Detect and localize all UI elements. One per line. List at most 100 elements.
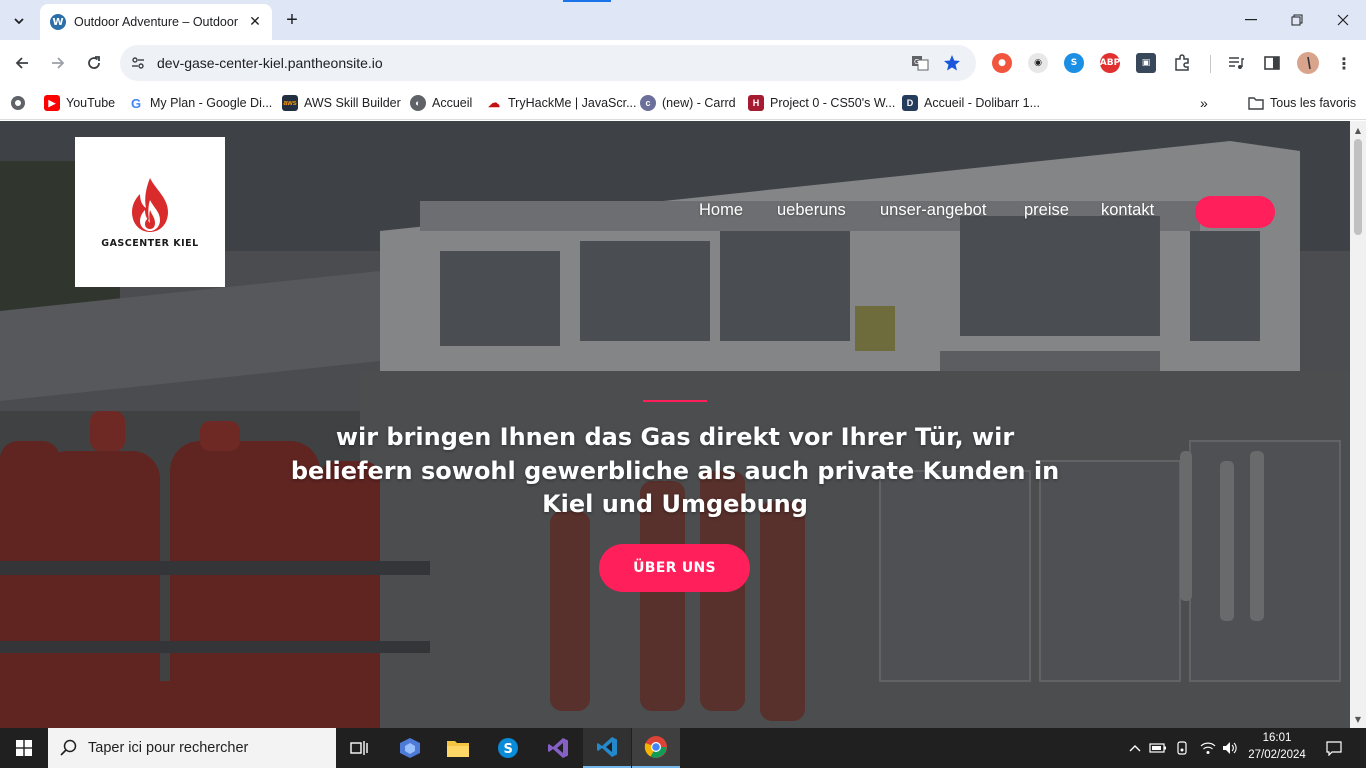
copilot-icon[interactable] bbox=[386, 728, 434, 768]
tab-search-chevron-icon[interactable] bbox=[6, 8, 32, 34]
folder-icon bbox=[1248, 95, 1264, 111]
url-text[interactable]: dev-gase-center-kiel.pantheonsite.io bbox=[157, 55, 383, 71]
visual-studio-icon[interactable] bbox=[534, 728, 582, 768]
svg-text:S: S bbox=[504, 742, 513, 757]
battery-icon[interactable] bbox=[1148, 728, 1168, 768]
new-tab-button[interactable]: + bbox=[280, 8, 304, 32]
dolibarr-icon: D bbox=[902, 95, 918, 111]
bookmark-youtube[interactable]: ▶ YouTube bbox=[44, 92, 115, 114]
forward-arrow-icon[interactable] bbox=[44, 49, 72, 77]
extension-image-icon[interactable]: ▣ bbox=[1136, 53, 1156, 73]
nav-kontakt[interactable]: kontakt bbox=[1101, 201, 1154, 220]
harvard-icon: H bbox=[748, 95, 764, 111]
bookmark-label: My Plan - Google Di... bbox=[150, 96, 273, 110]
headline-accent-line bbox=[643, 400, 707, 402]
taskbar-clock[interactable]: 16:01 27/02/2024 bbox=[1244, 730, 1310, 764]
search-icon bbox=[60, 739, 77, 756]
bookmark-label: (new) - Carrd bbox=[662, 96, 736, 110]
nav-unser-angebot[interactable]: unser-angebot bbox=[880, 201, 986, 220]
media-controls-icon[interactable] bbox=[1226, 53, 1246, 73]
tryhackme-icon: ☁ bbox=[488, 96, 500, 110]
bookmark-carrd[interactable]: c (new) - Carrd bbox=[640, 92, 736, 114]
notifications-icon[interactable] bbox=[1320, 728, 1348, 768]
taskbar-search-box[interactable]: Taper ici pour rechercher bbox=[48, 728, 336, 768]
nav-home[interactable]: Home bbox=[699, 201, 743, 220]
task-view-icon[interactable] bbox=[336, 728, 384, 768]
youtube-icon: ▶ bbox=[44, 95, 60, 111]
wordpress-icon: W bbox=[50, 14, 66, 30]
file-explorer-icon[interactable] bbox=[434, 728, 482, 768]
nav-cta-button[interactable] bbox=[1195, 196, 1275, 228]
windows-start-icon[interactable] bbox=[0, 728, 48, 768]
ueber-uns-button[interactable]: ÜBER UNS bbox=[599, 544, 750, 592]
address-bar[interactable]: dev-gase-center-kiel.pantheonsite.io G bbox=[120, 45, 976, 81]
scroll-thumb[interactable] bbox=[1354, 139, 1362, 235]
reload-icon[interactable] bbox=[80, 49, 108, 77]
aws-icon: aws bbox=[282, 95, 298, 111]
bookmark-label: TryHackMe | JavaScr... bbox=[508, 96, 637, 110]
volume-icon[interactable] bbox=[1220, 728, 1240, 768]
bookmark-label: Project 0 - CS50's W... bbox=[770, 96, 896, 110]
bookmark-dolibarr[interactable]: D Accueil - Dolibarr 1... bbox=[902, 92, 1040, 114]
site-settings-icon[interactable] bbox=[128, 53, 148, 73]
adblock-plus-icon[interactable]: ABP bbox=[1100, 53, 1120, 73]
vscode-icon[interactable] bbox=[583, 728, 631, 768]
close-window-button[interactable] bbox=[1320, 6, 1366, 34]
bookmark-tryhackme[interactable]: ☁ TryHackMe | JavaScr... bbox=[486, 92, 637, 114]
tab-title: Outdoor Adventure – Outdoor bbox=[74, 15, 238, 29]
side-panel-icon[interactable] bbox=[1262, 53, 1282, 73]
browser-toolbar: dev-gase-center-kiel.pantheonsite.io G ●… bbox=[0, 40, 1366, 86]
more-bookmarks-chevron-icon[interactable]: » bbox=[1200, 92, 1208, 114]
translate-icon[interactable]: G bbox=[910, 53, 930, 73]
back-arrow-icon[interactable] bbox=[8, 49, 36, 77]
tray-chevron-up-icon[interactable] bbox=[1126, 728, 1144, 768]
tab-drag-indicator bbox=[563, 0, 611, 2]
bookmark-google-drive[interactable]: G My Plan - Google Di... bbox=[128, 92, 272, 114]
nav-preise[interactable]: preise bbox=[1024, 201, 1069, 220]
bookmark-label: Accueil bbox=[432, 96, 473, 110]
bookmark-cs50[interactable]: H Project 0 - CS50's W... bbox=[748, 92, 895, 114]
active-tab[interactable]: W Outdoor Adventure – Outdoor ✕ bbox=[40, 4, 272, 40]
all-bookmarks-label: Tous les favoris bbox=[1270, 96, 1357, 110]
tab-strip: W Outdoor Adventure – Outdoor ✕ + bbox=[0, 0, 1366, 40]
carrd-icon: c bbox=[640, 95, 656, 111]
extension-red-icon[interactable]: ● bbox=[992, 53, 1012, 73]
hero-headline: wir bringen Ihnen das Gas direkt vor Ihr… bbox=[290, 423, 1060, 518]
restore-button[interactable] bbox=[1274, 6, 1320, 34]
svg-text:G: G bbox=[914, 58, 919, 66]
google-icon: G bbox=[130, 95, 142, 111]
bookmarks-bar: ▶ YouTube G My Plan - Google Di... aws A… bbox=[0, 86, 1366, 120]
tab-close-icon[interactable]: ✕ bbox=[246, 13, 264, 31]
all-bookmarks-folder[interactable]: Tous les favoris bbox=[1248, 92, 1356, 114]
clock-date: 27/02/2024 bbox=[1248, 749, 1306, 761]
globe-icon: ◐ bbox=[410, 95, 426, 111]
incognito-mask-icon[interactable]: ◉ bbox=[1028, 53, 1048, 73]
page-scrollbar[interactable]: ▲ ▼ bbox=[1350, 121, 1366, 728]
wifi-icon[interactable] bbox=[1198, 728, 1218, 768]
flame-logo-icon bbox=[132, 177, 168, 232]
bookmark-label: AWS Skill Builder bbox=[304, 96, 401, 110]
chrome-icon[interactable] bbox=[632, 728, 680, 768]
site-logo[interactable]: GASCENTER KIEL bbox=[75, 137, 225, 287]
clock-time: 16:01 bbox=[1262, 732, 1292, 744]
bookmark-label: Accueil - Dolibarr 1... bbox=[924, 96, 1041, 110]
skype-icon[interactable]: S bbox=[484, 728, 532, 768]
chrome-apps-icon[interactable] bbox=[10, 92, 26, 114]
more-menu-icon[interactable]: ⋮ bbox=[1334, 53, 1354, 73]
logo-text: GASCENTER KIEL bbox=[101, 237, 199, 249]
toolbar-separator bbox=[1210, 55, 1211, 73]
bookmark-aws[interactable]: aws AWS Skill Builder bbox=[282, 92, 401, 114]
bookmark-star-icon[interactable] bbox=[942, 53, 962, 73]
scroll-down-arrow-icon[interactable]: ▼ bbox=[1350, 712, 1366, 726]
taskbar-search-placeholder: Taper ici pour rechercher bbox=[88, 740, 249, 756]
profile-avatar[interactable] bbox=[1297, 52, 1319, 74]
extensions-puzzle-icon[interactable] bbox=[1172, 53, 1192, 73]
shazam-icon[interactable]: S bbox=[1064, 53, 1084, 73]
meet-now-icon[interactable] bbox=[1174, 728, 1192, 768]
scroll-up-arrow-icon[interactable]: ▲ bbox=[1350, 123, 1366, 137]
minimize-button[interactable] bbox=[1228, 6, 1274, 34]
page-viewport: GASCENTER KIEL Home ueberuns unser-angeb… bbox=[0, 121, 1366, 728]
bookmark-accueil[interactable]: ◐ Accueil bbox=[410, 92, 472, 114]
windows-taskbar: Taper ici pour rechercher S 16:01 27/02/… bbox=[0, 728, 1366, 768]
nav-ueberuns[interactable]: ueberuns bbox=[777, 201, 846, 220]
